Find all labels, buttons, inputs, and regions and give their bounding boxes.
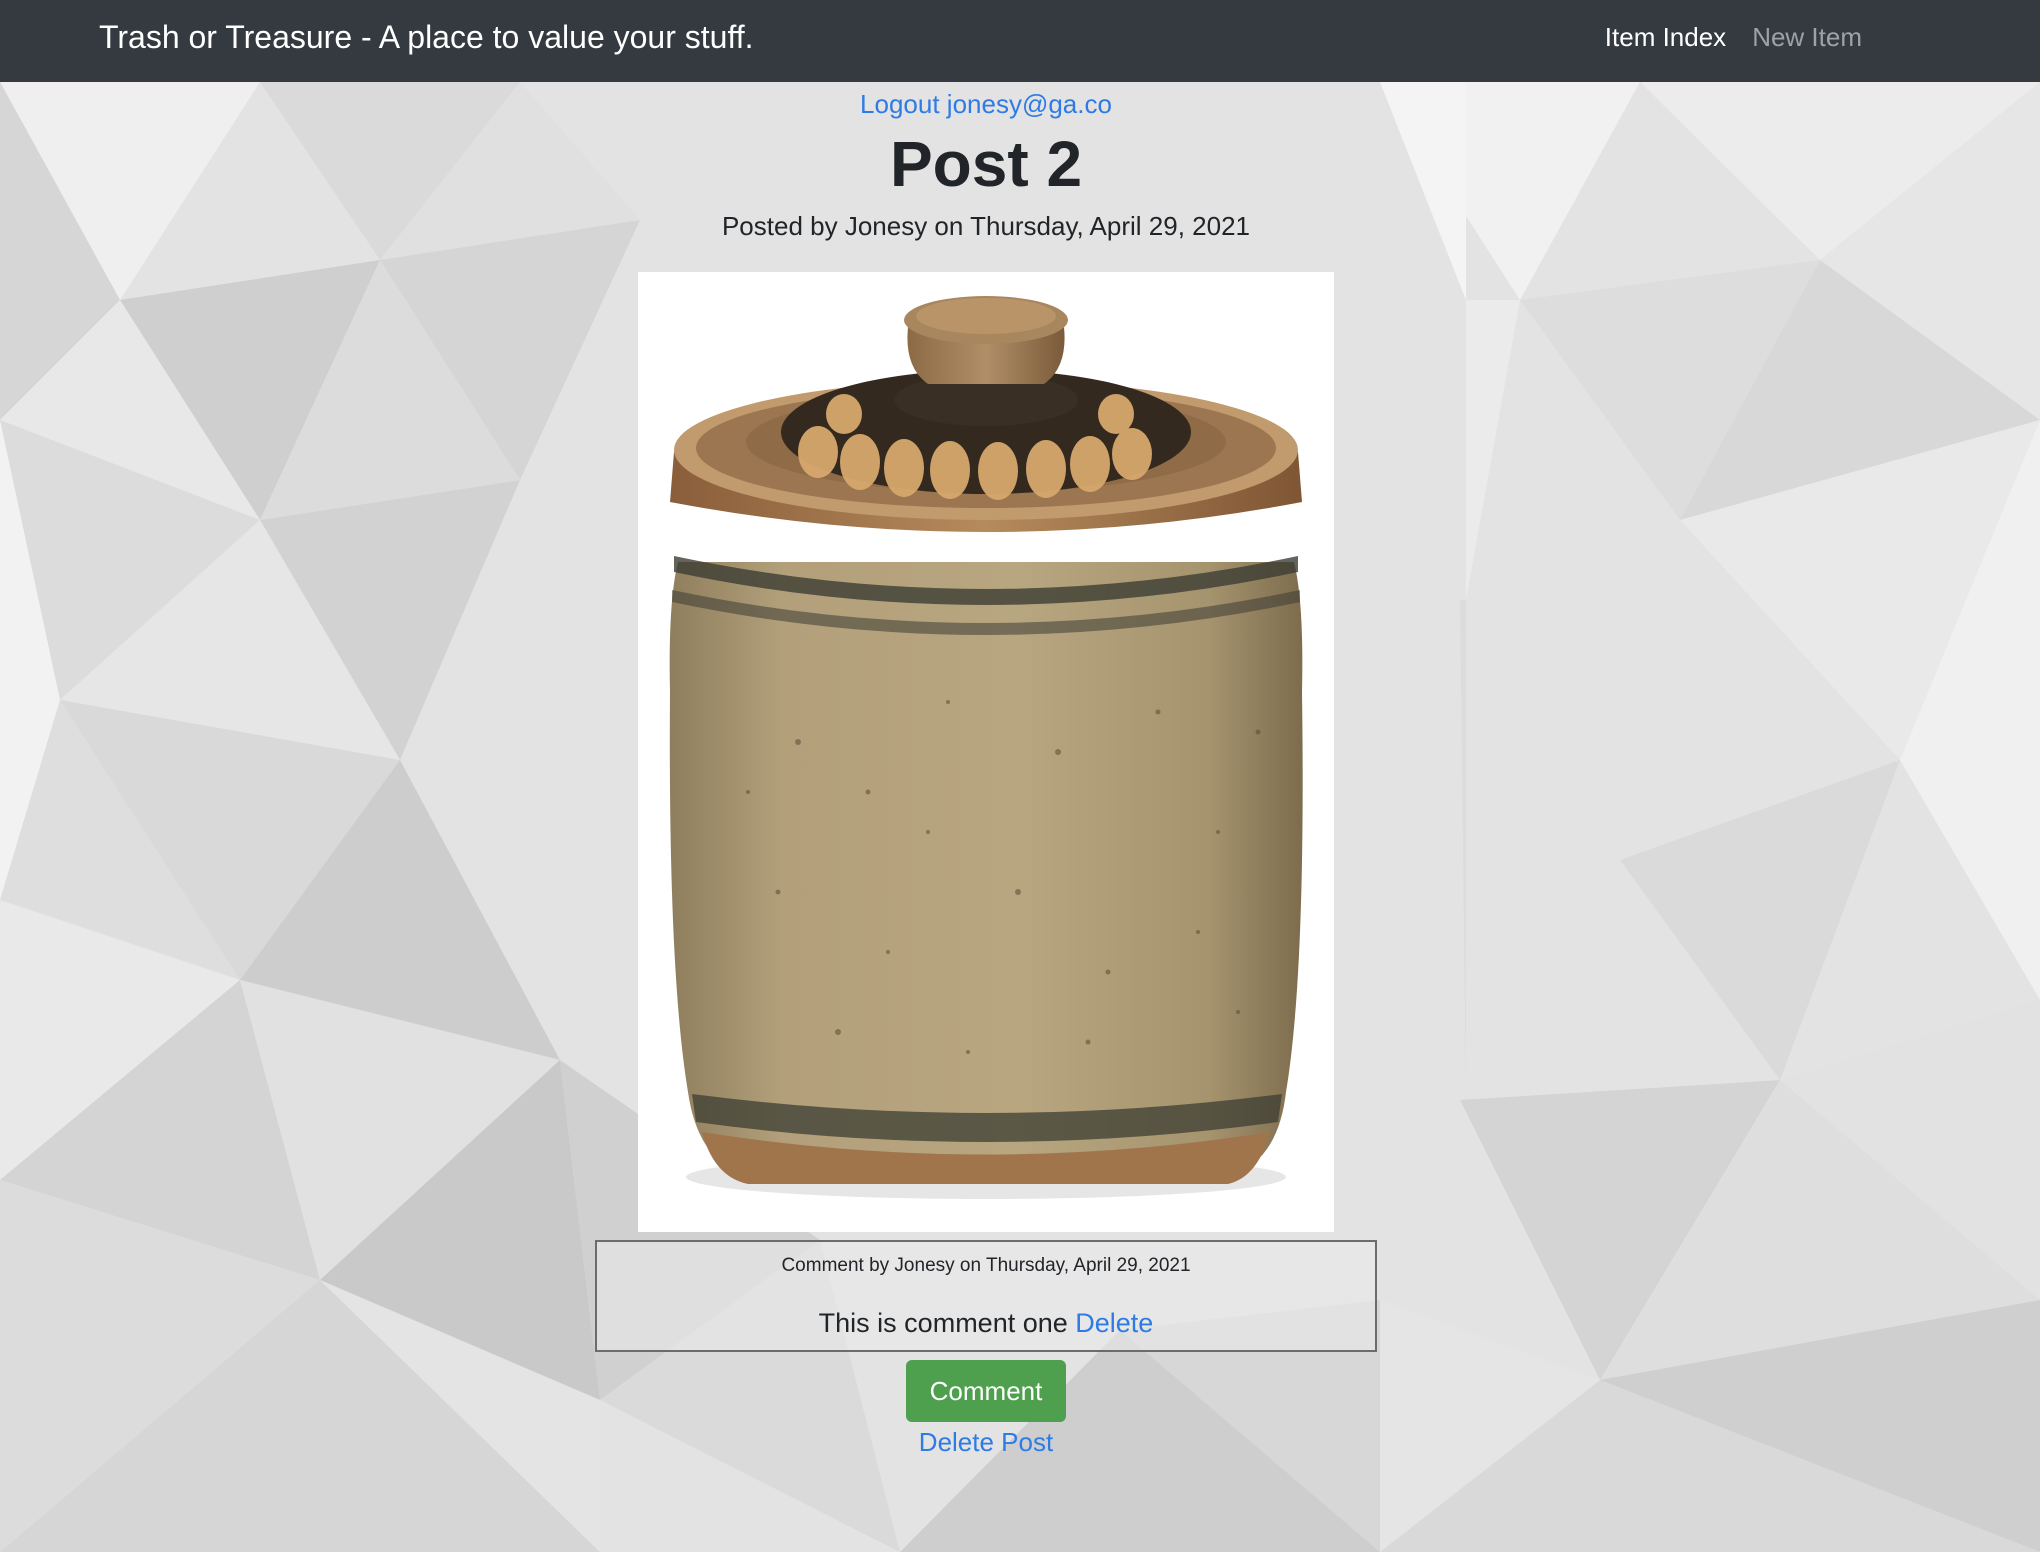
ceramic-jar-illustration: [669, 296, 1303, 1199]
post-image: [638, 272, 1334, 1232]
comment-text: This is comment one: [818, 1308, 1068, 1338]
comment-meta: Comment by Jonesy on Thursday, April 29,…: [781, 1255, 1191, 1276]
nav-new-item[interactable]: New Item: [1752, 22, 1862, 53]
nav-item-index[interactable]: Item Index: [1605, 22, 1726, 53]
comment-button[interactable]: Comment: [906, 1360, 1066, 1422]
top-navbar: Trash or Treasure - A place to value you…: [0, 0, 2040, 82]
comment-body: This is comment one Delete: [597, 1306, 1375, 1340]
delete-post-link[interactable]: Delete Post: [0, 1424, 1972, 1460]
page-title: Post 2: [889, 128, 1083, 200]
post-byline: Posted by Jonesy on Thursday, April 29, …: [721, 211, 1251, 241]
brand-title[interactable]: Trash or Treasure - A place to value you…: [99, 0, 754, 74]
comment-card: Comment by Jonesy on Thursday, April 29,…: [595, 1240, 1377, 1352]
nav-links: Item Index New Item: [1605, 0, 1862, 74]
post-detail: Logout jonesy@ga.co Post 2 Posted by Jon…: [0, 82, 1972, 1460]
delete-comment-link[interactable]: Delete: [1075, 1308, 1153, 1338]
logout-link[interactable]: Logout jonesy@ga.co: [0, 86, 1972, 122]
